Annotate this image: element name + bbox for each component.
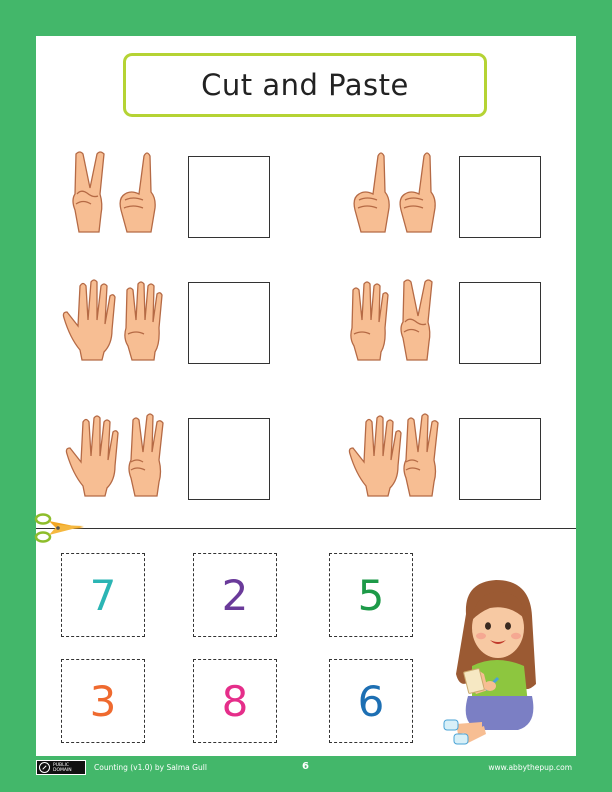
scissors-icon [34, 513, 84, 543]
public-domain-icon [39, 762, 50, 773]
number-card[interactable]: 3 [61, 659, 145, 743]
number-card[interactable]: 6 [329, 659, 413, 743]
answer-box-5[interactable] [188, 418, 270, 500]
license-label: PUBLIC DOMAIN [53, 763, 72, 773]
hand-pair-2 [353, 152, 436, 233]
page-number: 6 [302, 761, 309, 772]
hand-pair-1 [72, 151, 156, 233]
title-box: Cut and Paste [123, 53, 487, 117]
number-card-value: 2 [221, 570, 249, 620]
public-domain-badge: PUBLIC DOMAIN [36, 760, 86, 775]
hand-icon-one-finger [119, 152, 156, 233]
footer: PUBLIC DOMAIN Counting (v1.0) by Salma G… [36, 758, 576, 778]
license-line-2: DOMAIN [53, 767, 72, 773]
hand-icon-two-fingers [400, 279, 433, 361]
hand-pair-5 [65, 413, 164, 497]
number-card[interactable]: 8 [193, 659, 277, 743]
page-title: Cut and Paste [201, 68, 409, 102]
hand-pair-3 [62, 279, 163, 361]
number-card[interactable]: 2 [193, 553, 277, 637]
hand-icon-five-fingers [65, 415, 119, 497]
cut-line [36, 528, 576, 529]
answer-box-3[interactable] [188, 282, 270, 364]
hand-icon-four-fingers [350, 281, 389, 361]
answer-box-1[interactable] [188, 156, 270, 238]
website-link[interactable]: www.abbythepup.com [488, 763, 572, 772]
answer-box-2[interactable] [459, 156, 541, 238]
number-card-value: 3 [89, 676, 117, 726]
number-card-value: 5 [357, 570, 385, 620]
hand-pair-4 [350, 279, 433, 361]
license-line-1: PUBLIC [53, 762, 70, 768]
hand-icon-five-fingers [62, 279, 116, 361]
girl-illustration [443, 580, 536, 745]
number-card[interactable]: 5 [329, 553, 413, 637]
answer-box-6[interactable] [459, 418, 541, 500]
number-card-value: 6 [357, 676, 385, 726]
hand-icon-two-fingers [72, 151, 105, 233]
worksheet-page: Cut and Paste 7 2 5 3 8 6 [34, 36, 576, 756]
hand-icon-four-fingers [124, 281, 163, 361]
answer-box-4[interactable] [459, 282, 541, 364]
credit-text: Counting (v1.0) by Salma Gull [94, 763, 207, 772]
hand-icon-one-finger [353, 152, 390, 233]
hand-icon-one-finger [399, 152, 436, 233]
number-card[interactable]: 7 [61, 553, 145, 637]
hand-icon-three-fingers [128, 413, 164, 497]
number-card-value: 7 [89, 570, 117, 620]
hand-icon-three-fingers [403, 413, 439, 497]
hand-icon-five-fingers [348, 415, 402, 497]
number-card-value: 8 [221, 676, 249, 726]
hand-pair-6 [348, 413, 439, 497]
